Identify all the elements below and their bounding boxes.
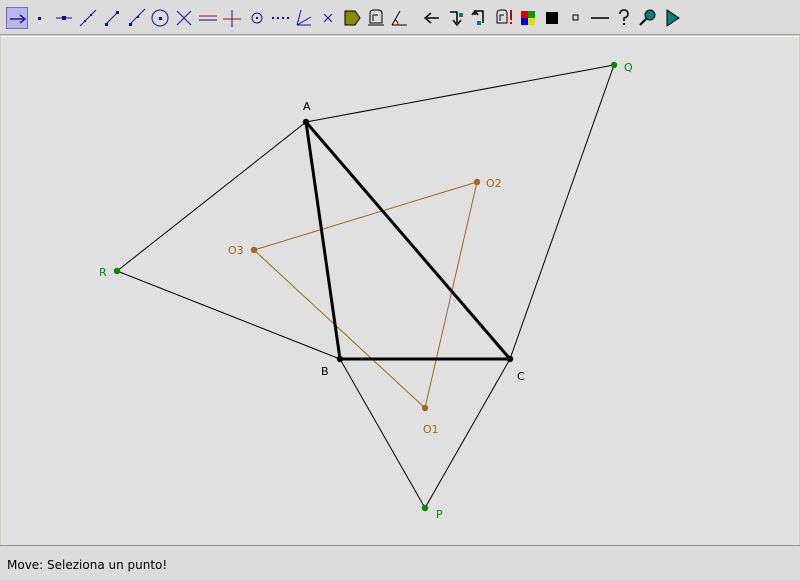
- segment-AQ: [305, 64, 615, 123]
- segment-BP: [339, 358, 426, 509]
- label-A: A: [303, 100, 311, 113]
- label-O3: O3: [228, 244, 244, 257]
- drawing-canvas[interactable]: A B C P Q R O1 O2 O3: [1, 36, 799, 545]
- status-bar: Move: Seleziona un punto!: [0, 545, 800, 580]
- segment-AC: [304, 121, 512, 360]
- segment-O3O1: [253, 249, 426, 409]
- geometry-figure: A B C P Q R O1 O2 O3: [99, 61, 633, 521]
- point-O2[interactable]: [473, 178, 481, 186]
- segment-RB: [116, 270, 341, 360]
- label-C: C: [517, 370, 525, 383]
- label-R: R: [99, 266, 107, 279]
- point-P[interactable]: [421, 504, 429, 512]
- point-C[interactable]: [506, 355, 514, 363]
- label-P: P: [436, 508, 443, 521]
- point-O1[interactable]: [421, 404, 429, 412]
- segment-O2O1: [424, 181, 478, 409]
- point-A[interactable]: [302, 118, 310, 126]
- point-R[interactable]: [113, 267, 121, 275]
- label-O1: O1: [423, 423, 439, 436]
- label-Q: Q: [624, 61, 633, 74]
- segment-QC: [509, 64, 615, 360]
- point-B[interactable]: [336, 355, 344, 363]
- label-O2: O2: [486, 177, 502, 190]
- point-Q[interactable]: [610, 61, 618, 69]
- label-B: B: [321, 365, 329, 378]
- status-text: Move: Seleziona un punto!: [7, 558, 168, 572]
- point-O3[interactable]: [250, 246, 258, 254]
- segment-AR: [116, 121, 307, 272]
